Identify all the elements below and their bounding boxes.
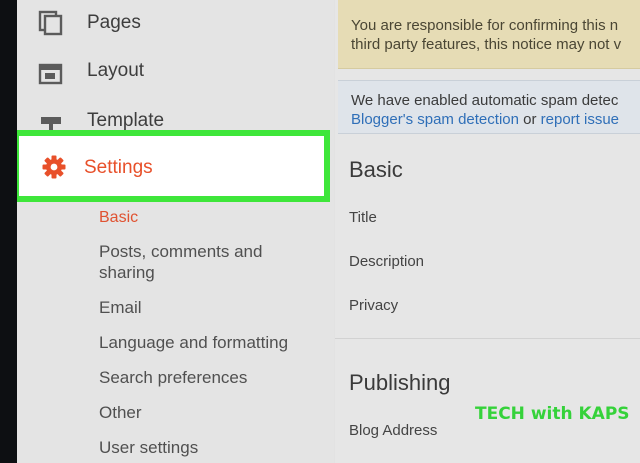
sidebar-item-pages[interactable]: Pages bbox=[17, 0, 334, 46]
settings-sub-language-formatting[interactable]: Language and formatting bbox=[99, 332, 309, 353]
description-field-label[interactable]: Description bbox=[349, 253, 424, 270]
pages-icon bbox=[38, 10, 64, 36]
layout-icon bbox=[38, 61, 64, 87]
sidebar-item-label: Settings bbox=[84, 157, 153, 178]
notice-line: Blogger's spam detection or report issue bbox=[351, 110, 619, 129]
settings-sub-search-preferences[interactable]: Search preferences bbox=[99, 367, 309, 388]
sidebar-item-label: Template bbox=[87, 110, 165, 131]
spam-detection-notice: We have enabled automatic spam detec Blo… bbox=[338, 80, 640, 134]
notice-line: third party features, this notice may no… bbox=[351, 36, 622, 53]
settings-sub-email[interactable]: Email bbox=[99, 297, 309, 318]
report-issue-link[interactable]: report issue bbox=[541, 111, 619, 128]
sidebar-item-label: Layout bbox=[87, 60, 145, 81]
settings-sub-other[interactable]: Other bbox=[99, 402, 309, 423]
privacy-field-label[interactable]: Privacy bbox=[349, 297, 398, 314]
section-divider bbox=[335, 338, 640, 339]
settings-sub-basic[interactable]: Basic bbox=[99, 207, 309, 228]
spam-detection-link[interactable]: Blogger's spam detection bbox=[351, 111, 519, 128]
publishing-section-title: Publishing bbox=[349, 370, 451, 395]
settings-sub-user-settings[interactable]: User settings bbox=[99, 437, 309, 458]
sidebar-item-layout[interactable]: Layout bbox=[17, 50, 334, 96]
notice-line: You are responsible for confirming this … bbox=[351, 17, 619, 34]
sidebar-item-settings[interactable]: Settings bbox=[17, 130, 330, 202]
sidebar-item-label: Pages bbox=[87, 12, 141, 33]
notice-line: We have enabled automatic spam detec bbox=[351, 92, 619, 109]
blogger-screen: Pages Layout Template Settings Basic Pos… bbox=[17, 0, 640, 463]
title-field-label[interactable]: Title bbox=[349, 209, 377, 226]
sidebar: Pages Layout Template Settings Basic Pos… bbox=[17, 0, 334, 463]
settings-main-panel: You are responsible for confirming this … bbox=[335, 0, 640, 463]
notice-text: We have enabled automatic spam detec Blo… bbox=[351, 91, 619, 129]
blog-address-field-label[interactable]: Blog Address bbox=[349, 422, 437, 439]
basic-section-title: Basic bbox=[349, 157, 403, 182]
settings-sub-posts-comments-sharing[interactable]: Posts, comments and sharing bbox=[99, 241, 309, 283]
notice-text-fragment: or bbox=[518, 111, 541, 128]
watermark: TECH with KAPS bbox=[475, 404, 630, 424]
responsibility-notice: You are responsible for confirming this … bbox=[338, 0, 640, 69]
notice-text: You are responsible for confirming this … bbox=[351, 16, 621, 54]
gear-icon bbox=[41, 154, 67, 180]
